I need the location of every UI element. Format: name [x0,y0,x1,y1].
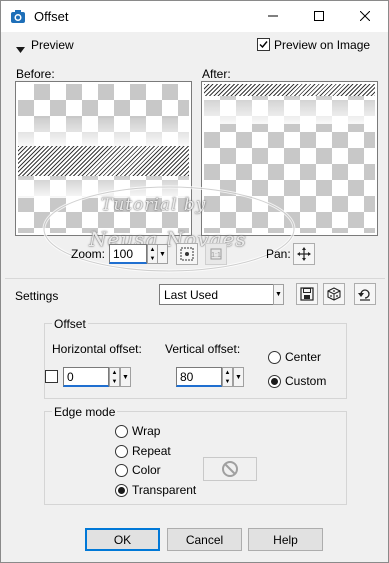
horizontal-offset-label: Horizontal offset: [52,342,142,356]
watermark-line1: Tutorial by [101,195,207,215]
minimize-icon [268,10,278,24]
zoom-actual-size-button[interactable]: 1:1 [205,243,227,265]
dice-icon [327,287,341,301]
maximize-button[interactable] [296,1,342,32]
after-label: After: [202,67,231,81]
custom-radio[interactable] [268,375,281,388]
zoom-fit-icon [180,247,194,261]
zoom-to-fit-button[interactable] [176,243,198,265]
wrap-radio-label[interactable]: Wrap [132,424,160,438]
spin-up-icon: ▲ [111,369,118,376]
preview-on-image-label[interactable]: Preview on Image [274,38,370,52]
color-radio[interactable] [115,464,128,477]
minimize-button[interactable] [250,1,296,32]
horizontal-offset-dropdown-arrow[interactable]: ▼ [120,367,131,387]
ok-button[interactable]: OK [85,528,160,551]
randomize-button[interactable] [323,283,345,305]
pan-button[interactable] [293,243,315,265]
spin-down-icon: ▼ [149,255,156,262]
separator [5,278,385,279]
reset-button[interactable] [354,283,376,305]
zoom-label: Zoom: [71,247,106,261]
offset-group-label: Offset [52,317,88,331]
svg-text:1:1: 1:1 [211,252,221,259]
close-button[interactable] [342,1,388,32]
spin-up-icon: ▲ [149,246,156,253]
repeat-radio[interactable] [115,445,128,458]
vertical-offset-input[interactable]: 80 [176,367,222,387]
vertical-offset-label: Vertical offset: [165,342,241,356]
preset-dropdown-arrow[interactable]: ▼ [273,284,284,305]
custom-radio-label[interactable]: Custom [285,374,326,388]
transparent-radio[interactable] [115,484,128,497]
actual-size-icon: 1:1 [210,248,222,260]
app-icon [10,9,26,25]
zoom-input[interactable]: 100 [109,244,147,264]
spin-down-icon: ▼ [111,378,118,385]
chevron-down-icon: ▼ [122,373,129,381]
link-offsets-checkbox[interactable] [45,370,58,383]
vertical-offset-spinner[interactable]: ▲ ▼ [222,367,233,387]
window-title: Offset [34,9,69,24]
transparent-radio-label[interactable]: Transparent [132,483,196,497]
edge-mode-group-label: Edge mode [52,405,118,419]
wrap-radio[interactable] [115,425,128,438]
collapse-arrow-icon[interactable] [16,42,25,56]
spin-down-icon: ▼ [224,378,231,385]
save-preset-button[interactable] [296,283,318,305]
center-radio[interactable] [268,351,281,364]
horizontal-offset-spinner[interactable]: ▲ ▼ [109,367,120,387]
offset-dialog: Offset Preview Preview on Image Before: … [0,0,389,563]
horizontal-offset-input[interactable]: 0 [63,367,109,387]
before-label: Before: [16,67,55,81]
help-button[interactable]: Help [248,528,323,551]
settings-label: Settings [15,289,59,303]
preview-toggle-label[interactable]: Preview [31,38,74,52]
center-radio-label[interactable]: Center [285,350,321,364]
repeat-radio-label[interactable]: Repeat [132,444,171,458]
no-color-icon [222,461,238,477]
chevron-down-icon: ▼ [235,373,242,381]
preset-combo[interactable]: Last Used [159,284,275,305]
reset-icon [358,289,370,301]
close-icon [359,10,371,24]
spin-up-icon: ▲ [224,369,231,376]
chevron-down-icon: ▼ [275,291,282,298]
pan-label: Pan: [266,247,291,261]
save-icon [300,287,314,301]
edge-color-swatch[interactable] [203,457,257,481]
preview-on-image-checkbox[interactable] [257,38,270,51]
pan-move-icon [297,247,311,261]
vertical-offset-dropdown-arrow[interactable]: ▼ [233,367,244,387]
chevron-down-icon: ▼ [159,250,166,258]
zoom-dropdown-arrow[interactable]: ▼ [157,244,168,264]
title-bar[interactable]: Offset [1,1,388,32]
cancel-button[interactable]: Cancel [167,528,242,551]
color-radio-label[interactable]: Color [132,463,161,477]
checkmark-icon [259,41,268,49]
maximize-icon [314,10,324,24]
